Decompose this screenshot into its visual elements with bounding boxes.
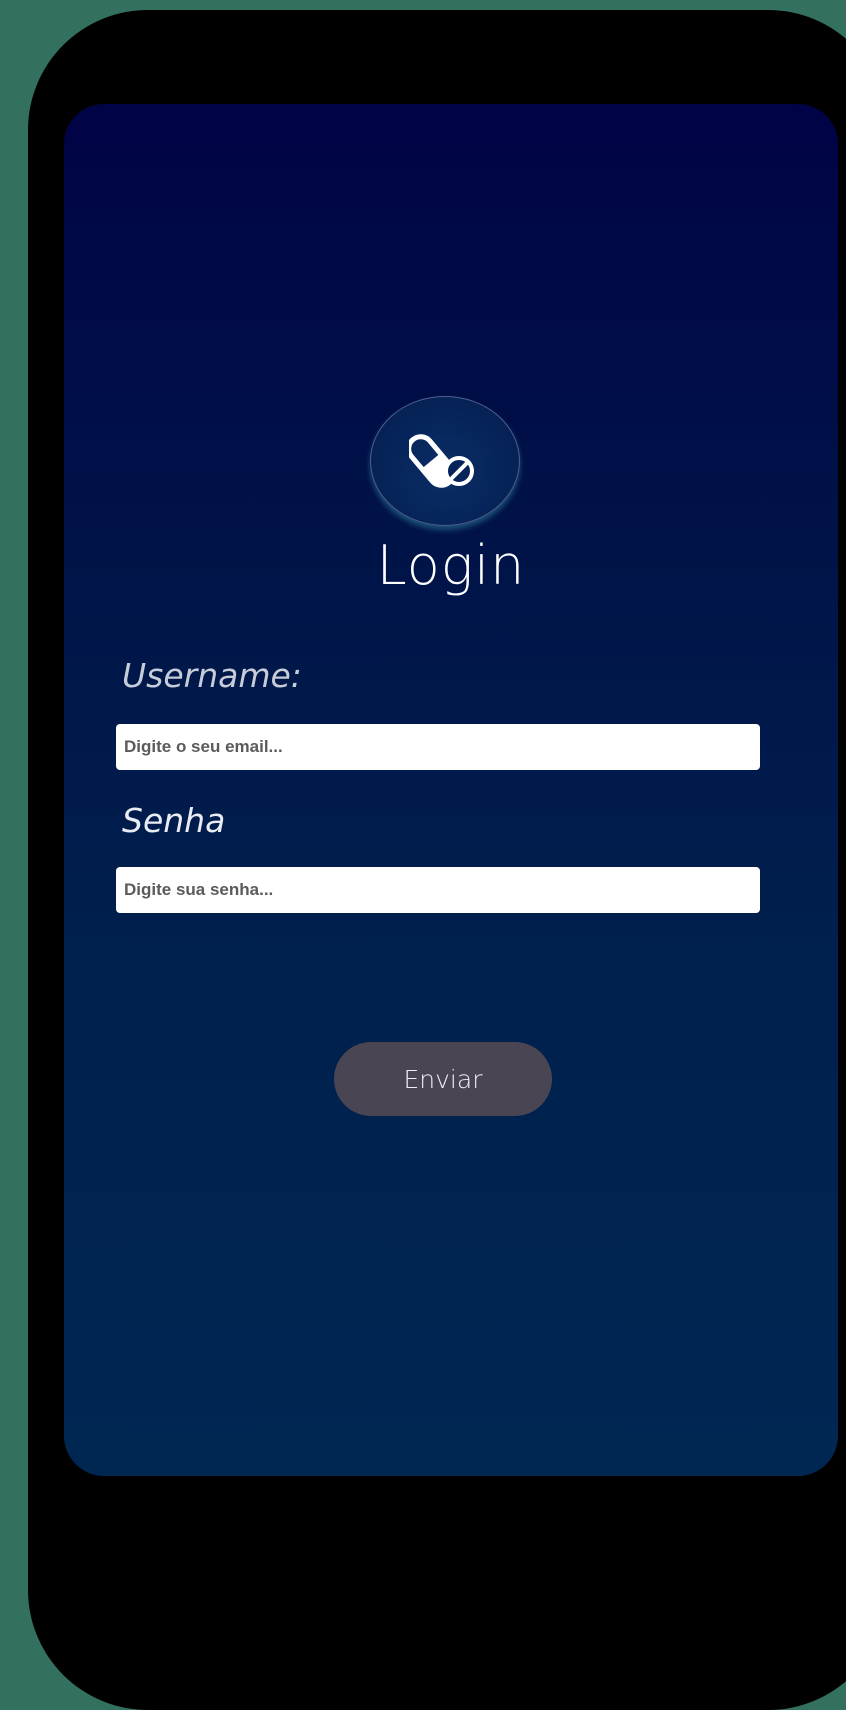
password-field[interactable] xyxy=(116,867,760,913)
username-label: Username: xyxy=(122,656,302,695)
login-screen: Login Username: Senha Enviar xyxy=(64,104,838,1476)
page-title: Login xyxy=(376,534,526,597)
pill-icon xyxy=(409,434,474,488)
password-label: Senha xyxy=(122,801,226,840)
submit-button[interactable]: Enviar xyxy=(334,1042,552,1116)
email-field[interactable] xyxy=(116,724,760,770)
app-logo xyxy=(370,396,520,526)
